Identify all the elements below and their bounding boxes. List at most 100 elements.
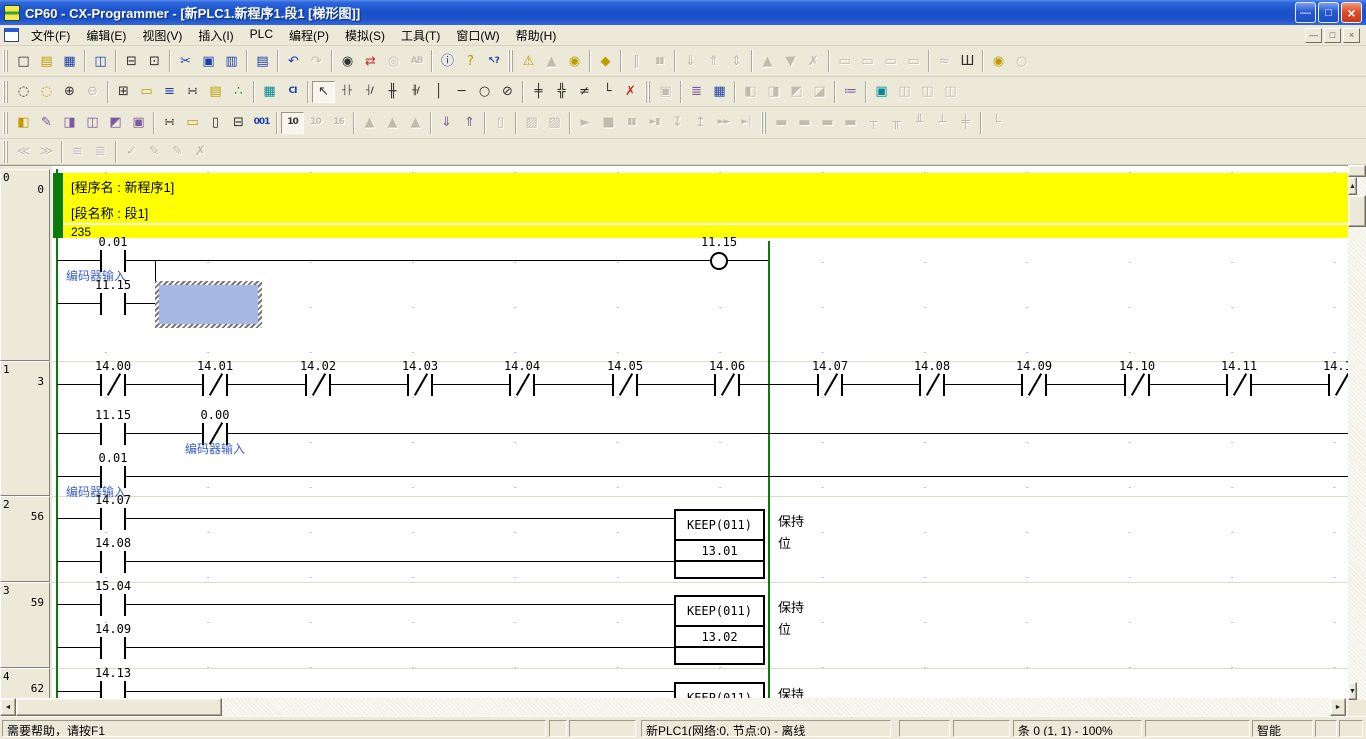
contact-no-11.15[interactable] [100, 423, 126, 445]
instruction-block-KEEP(011)[interactable]: KEEP(011)13.01 [674, 509, 765, 579]
rung-annotation-list-button[interactable]: ≡ [158, 81, 181, 103]
instruction-block-KEEP(011)[interactable]: KEEP(011)13.02 [674, 595, 765, 665]
save-project-button[interactable]: ▦ [58, 50, 81, 72]
paste-clipboard-button[interactable]: ▤ [251, 50, 274, 72]
ladder-editor[interactable]: 0013256359462[程序名 : 新程序1][段名称 : 段1]2350.… [0, 165, 1348, 699]
program-section-view-button[interactable]: ∴ [227, 81, 250, 103]
new-contact-no-button[interactable]: ┤├ [335, 81, 358, 103]
context-help-button[interactable]: ↖? [482, 50, 505, 72]
toolbar-grip[interactable] [645, 81, 650, 103]
watch-window-button[interactable]: ▣ [870, 81, 893, 103]
menu-view[interactable]: 视图(V) [134, 25, 190, 46]
paste-button[interactable]: ▥ [220, 50, 243, 72]
display-decimal-button[interactable]: 10 [281, 112, 304, 134]
plc-memory-window-button[interactable]: ▯ [204, 112, 227, 134]
contact-no-14.13[interactable] [100, 681, 126, 699]
replace-button[interactable]: ⇄ [359, 50, 382, 72]
print-button[interactable]: ⊟ [120, 50, 143, 72]
zoom-custom-button[interactable]: ◌ [35, 81, 58, 103]
menu-help[interactable]: 帮助(H) [508, 25, 565, 46]
contact-nc-14.01[interactable] [202, 374, 228, 396]
contact-nc-14.07[interactable] [817, 374, 843, 396]
contact-nc-14.08[interactable] [919, 374, 945, 396]
new-coil-button[interactable]: ○ [473, 81, 496, 103]
contact-nc-14.09[interactable] [1021, 374, 1047, 396]
set-password-button[interactable]: ◉ [987, 50, 1010, 72]
new-plc-instruction-button[interactable]: ╪ [527, 81, 550, 103]
rung-margin-cell[interactable]: 13 [0, 361, 50, 496]
vertical-scrollbar[interactable]: ▲ ▼ [1348, 165, 1366, 700]
properties-window-button[interactable]: ▣ [127, 112, 150, 134]
contact-nc-14.00[interactable] [100, 374, 126, 396]
close-button[interactable]: × [1341, 2, 1362, 23]
contact-nc-14.03[interactable] [407, 374, 433, 396]
zoom-in-button[interactable]: ⊕ [58, 81, 81, 103]
zoom-tool-button[interactable]: ◌ [12, 81, 35, 103]
mnemonics-view-button[interactable]: ▦ [258, 81, 281, 103]
restore-button[interactable]: □ [1318, 2, 1339, 23]
vertical-scrollbar-top-box[interactable] [1348, 165, 1366, 177]
selected-cell[interactable] [155, 281, 262, 328]
contact-no-14.09[interactable] [100, 637, 126, 659]
about-info-button[interactable]: ⓘ [436, 50, 459, 72]
copy-button[interactable]: ▣ [197, 50, 220, 72]
horizontal-scrollbar[interactable]: ◄ ► [0, 698, 1348, 716]
memory-binary-view-button[interactable]: 001 [250, 112, 273, 134]
rung-margin-cell[interactable]: 256 [0, 496, 50, 582]
cross-reference-window-button[interactable]: ◩ [104, 112, 127, 134]
symbol-comment-tag-button[interactable]: ▭ [181, 112, 204, 134]
contact-nc-14.11[interactable] [1226, 374, 1252, 396]
toolbar-grip[interactable] [3, 50, 8, 72]
new-horizontal-line-button[interactable]: ─ [450, 81, 473, 103]
menu-program[interactable]: 编程(P) [281, 25, 337, 46]
new-contact-nc-button[interactable]: ┤/ [358, 81, 381, 103]
menu-plc[interactable]: PLC [242, 25, 281, 46]
child-restore-button[interactable]: □ [1324, 28, 1341, 43]
select-mode-button[interactable]: ↖ [312, 81, 335, 103]
new-or-contact-nc-button[interactable]: ╫/ [404, 81, 427, 103]
rung-comment-button[interactable]: ▭ [135, 81, 158, 103]
toolbar-grip[interactable] [3, 112, 8, 134]
time-chart-monitor-button[interactable]: Ш [956, 50, 979, 72]
delete-symbol-button[interactable]: ✗ [619, 81, 642, 103]
minimize-button[interactable]: — [1295, 2, 1316, 23]
contact-no-15.04[interactable] [100, 594, 126, 616]
undo-button[interactable]: ↶ [282, 50, 305, 72]
project-workspace-window-button[interactable]: ◧ [12, 112, 35, 134]
toolbar-grip[interactable] [508, 50, 513, 72]
contact-nc-14.04[interactable] [509, 374, 535, 396]
io-comment-view-button[interactable]: ∺ [181, 81, 204, 103]
program-transfer-stack-button[interactable]: ≣ [685, 81, 708, 103]
contact-nc-14.05[interactable] [612, 374, 638, 396]
instruction-parameter-button[interactable]: ╬ [550, 81, 573, 103]
menu-insert[interactable]: 插入(I) [190, 25, 241, 46]
cut-button[interactable]: ✂ [174, 50, 197, 72]
horizontal-scrollbar-thumb[interactable] [16, 698, 222, 716]
contact-nc-14.02[interactable] [305, 374, 331, 396]
scroll-left-button[interactable]: ◄ [0, 698, 16, 716]
rung-margin-cell[interactable]: 00 [0, 169, 50, 361]
find-compile-report-button[interactable]: ◉ [563, 50, 586, 72]
io-table-window-button[interactable]: ∺ [158, 112, 181, 134]
new-vertical-line-button[interactable]: │ [427, 81, 450, 103]
help-topics-button[interactable]: ? [459, 50, 482, 72]
menu-file[interactable]: 文件(F) [23, 25, 78, 46]
toggle-grid-button[interactable]: ⊞ [112, 81, 135, 103]
rung-margin-cell[interactable]: 359 [0, 582, 50, 668]
find-button[interactable]: ◉ [336, 50, 359, 72]
print-preview-button[interactable]: ⊡ [143, 50, 166, 72]
contact-nc-14.10[interactable] [1124, 374, 1150, 396]
scroll-right-button[interactable]: ► [1330, 698, 1346, 716]
edit-instruction-button[interactable]: ≠ [573, 81, 596, 103]
contact-no-14.07[interactable] [100, 508, 126, 530]
output-panel-window-button[interactable]: ◨ [58, 112, 81, 134]
toolbar-grip[interactable] [3, 141, 8, 163]
menu-edit[interactable]: 编辑(E) [78, 25, 134, 46]
transfer-in-memory-button[interactable]: ⇓ [435, 112, 458, 134]
vertical-scrollbar-thumb[interactable] [1348, 195, 1366, 227]
contact-no-14.08[interactable] [100, 551, 126, 573]
new-closed-coil-button[interactable]: ⊘ [496, 81, 519, 103]
toolbar-grip[interactable] [761, 112, 766, 134]
menu-simulation[interactable]: 模拟(S) [337, 25, 393, 46]
open-project-button[interactable]: ▤ [35, 50, 58, 72]
